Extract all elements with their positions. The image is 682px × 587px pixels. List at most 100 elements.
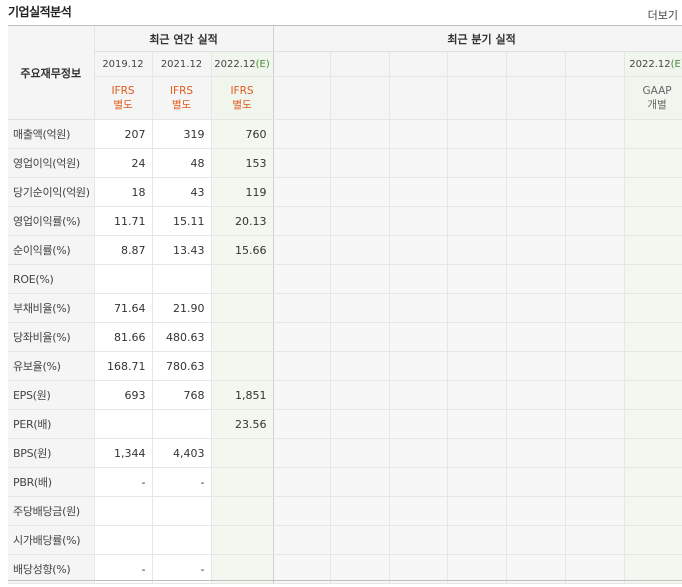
annual-period-2: 2022.12(E) <box>211 51 274 77</box>
quarter-type-1 <box>330 76 390 120</box>
quarter-value-cell <box>624 264 682 294</box>
quarter-period-5 <box>565 51 625 77</box>
quarter-value-cell <box>624 467 682 497</box>
quarter-value-cell <box>565 525 625 555</box>
quarter-value-cell <box>389 409 448 439</box>
table-row: 주당배당금(원) <box>8 496 682 526</box>
quarter-value-cell <box>565 380 625 410</box>
quarter-value-cell <box>447 467 507 497</box>
quarter-value-cell <box>447 322 507 352</box>
quarter-value-cell <box>273 438 331 468</box>
annual-value-cell: - <box>94 467 153 497</box>
annual-value-cell: 11.71 <box>94 206 153 236</box>
annual-value-cell <box>94 496 153 526</box>
quarter-value-cell <box>447 496 507 526</box>
quarter-value-cell <box>624 293 682 323</box>
quarter-value-cell <box>389 293 448 323</box>
annual-value-cell: 153 <box>211 148 274 178</box>
quarter-value-cell <box>447 438 507 468</box>
row-label-header-text: 주요재무정보 <box>20 66 82 80</box>
annual-value-cell <box>211 264 274 294</box>
quarter-value-cell <box>506 496 566 526</box>
quarter-value-cell <box>624 525 682 555</box>
quarter-value-cell <box>273 467 331 497</box>
quarter-value-cell <box>273 293 331 323</box>
annual-type-2: IFRS 별도 <box>211 76 274 120</box>
table-row: 영업이익(억원) 24 48 153 <box>8 148 682 178</box>
annual-value-cell <box>211 496 274 526</box>
quarter-value-cell <box>389 264 448 294</box>
quarter-value-cell <box>506 177 566 207</box>
quarter-type-4 <box>506 76 566 120</box>
annual-value-cell <box>211 525 274 555</box>
quarter-value-cell <box>273 525 331 555</box>
row-label: EPS(원) <box>8 380 95 410</box>
more-link[interactable]: 더보기 <box>648 7 678 23</box>
table-row: 유보율(%) 168.71 780.63 <box>8 351 682 381</box>
quarter-value-cell <box>273 351 331 381</box>
row-label: ROE(%) <box>8 264 95 294</box>
annual-value-cell: 780.63 <box>152 351 212 381</box>
quarter-value-cell <box>389 322 448 352</box>
quarter-type-6-line1: GAAP <box>642 85 672 97</box>
quarter-value-cell <box>389 148 448 178</box>
table-row: ROE(%) <box>8 264 682 294</box>
quarter-value-cell <box>447 206 507 236</box>
quarterly-header: 최근 분기 실적 <box>273 26 682 52</box>
table-row: EPS(원) 693 768 1,851 <box>8 380 682 410</box>
row-label-header: 주요재무정보 <box>8 26 95 120</box>
quarter-value-cell <box>447 148 507 178</box>
annual-value-cell: 693 <box>94 380 153 410</box>
quarter-value-cell <box>506 264 566 294</box>
quarter-period-3 <box>447 51 507 77</box>
annual-type-2-line1: IFRS <box>230 85 254 97</box>
row-label: 당기순이익(억원) <box>8 177 95 207</box>
row-label: 주당배당금(원) <box>8 496 95 526</box>
quarter-value-cell <box>624 438 682 468</box>
annual-value-cell <box>211 351 274 381</box>
quarter-value-cell <box>389 496 448 526</box>
quarter-value-cell <box>330 206 390 236</box>
annual-value-cell: 21.90 <box>152 293 212 323</box>
quarter-value-cell <box>330 380 390 410</box>
row-label: 순이익률(%) <box>8 235 95 265</box>
annual-value-cell: 119 <box>211 177 274 207</box>
quarter-value-cell <box>624 177 682 207</box>
quarter-value-cell <box>447 177 507 207</box>
quarter-value-cell <box>506 206 566 236</box>
quarter-value-cell <box>447 409 507 439</box>
annual-value-cell: 18 <box>94 177 153 207</box>
quarter-value-cell <box>624 496 682 526</box>
quarter-value-cell <box>624 148 682 178</box>
annual-value-cell <box>94 409 153 439</box>
quarter-value-cell <box>565 119 625 149</box>
quarter-value-cell <box>330 525 390 555</box>
quarter-type-5 <box>565 76 625 120</box>
annual-value-cell: 23.56 <box>211 409 274 439</box>
annual-value-cell <box>211 322 274 352</box>
quarter-value-cell <box>330 351 390 381</box>
annual-value-cell: 4,403 <box>152 438 212 468</box>
quarter-value-cell <box>273 264 331 294</box>
quarter-value-cell <box>506 351 566 381</box>
quarter-value-cell <box>389 380 448 410</box>
quarter-value-cell <box>273 119 331 149</box>
quarter-type-3 <box>447 76 507 120</box>
quarter-value-cell <box>389 351 448 381</box>
table-row: 당좌비율(%) 81.66 480.63 <box>8 322 682 352</box>
row-label: 매출액(억원) <box>8 119 95 149</box>
quarter-value-cell <box>565 322 625 352</box>
annual-value-cell: - <box>152 467 212 497</box>
quarter-value-cell <box>565 293 625 323</box>
quarter-value-cell <box>389 467 448 497</box>
row-label: PBR(배) <box>8 467 95 497</box>
quarter-value-cell <box>506 293 566 323</box>
quarter-value-cell <box>506 409 566 439</box>
quarter-value-cell <box>447 235 507 265</box>
annual-value-cell: 8.87 <box>94 235 153 265</box>
quarter-value-cell <box>624 119 682 149</box>
row-label: BPS(원) <box>8 438 95 468</box>
quarter-period-6: 2022.12(E) <box>624 51 682 77</box>
annual-value-cell <box>211 293 274 323</box>
annual-value-cell: 319 <box>152 119 212 149</box>
